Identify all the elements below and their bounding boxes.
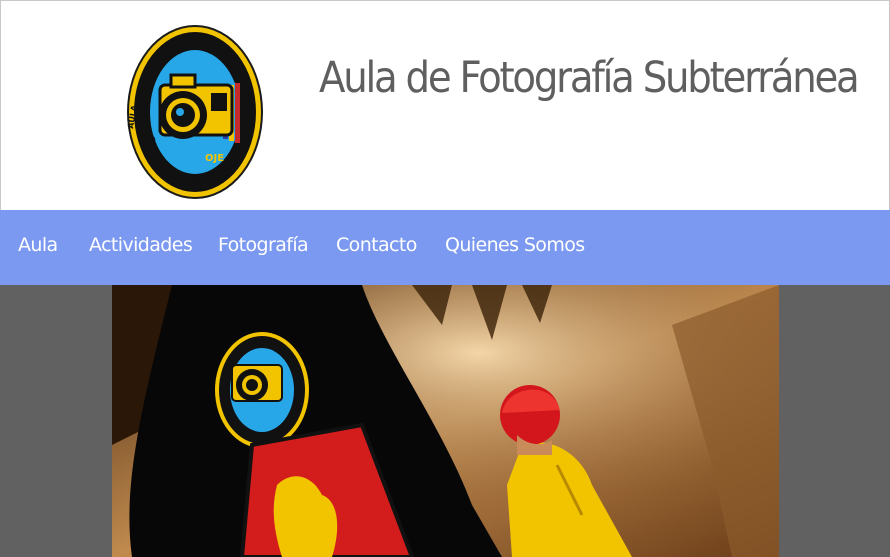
nav-item-contacto[interactable]: Contacto [336,234,417,256]
hero-photo [112,285,779,557]
nav-item-quienes-somos[interactable]: Quienes Somos [445,234,585,256]
site-header: FOTOGRAFIA SUBTERRANEA AULA OJE Aula de … [0,0,890,210]
camera-emblem-icon[interactable]: FOTOGRAFIA SUBTERRANEA AULA OJE [125,23,265,201]
main-nav: Aula Actividades Fotografía Contacto Qui… [0,210,890,285]
nav-item-actividades[interactable]: Actividades [89,234,193,256]
logo-badge-text: OJE [205,153,224,164]
nav-item-fotografia[interactable]: Fotografía [218,234,309,256]
site-title: Aula de Fotografía Subterránea [319,53,860,103]
hero-cave-image [112,285,779,557]
nav-item-aula[interactable]: Aula [18,234,58,256]
